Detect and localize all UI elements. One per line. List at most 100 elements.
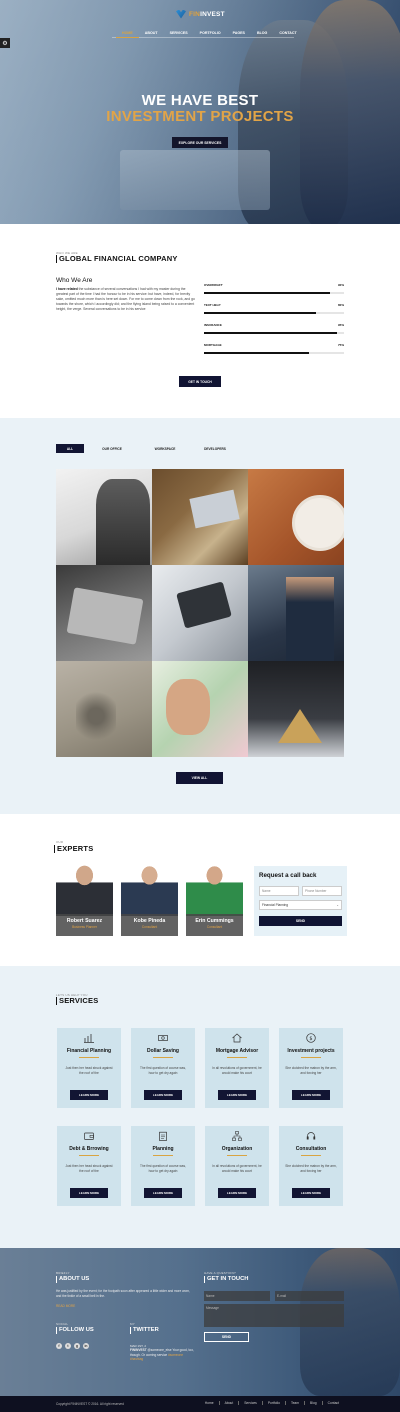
learn-more-button[interactable]: LEARN MORE (144, 1090, 182, 1100)
footer-link-about[interactable]: About (218, 1401, 239, 1405)
footer-email-input[interactable]: E-mail (275, 1291, 344, 1301)
learn-more-button[interactable]: LEARN MORE (292, 1090, 330, 1100)
service-desc: In all revolutions of government, he wou… (212, 1066, 262, 1075)
service-underline (301, 1057, 321, 1058)
linkedin-icon[interactable]: in (83, 1343, 89, 1349)
service-title: Financial Planning (66, 1048, 112, 1054)
portfolio-item[interactable] (152, 661, 248, 757)
tab-our-office[interactable]: OUR OFFICE (84, 444, 140, 453)
tab-workspace[interactable]: WORKSPACE (140, 444, 190, 453)
social-links: f t g in (56, 1343, 89, 1349)
learn-more-button[interactable]: LEARN MORE (218, 1090, 256, 1100)
footer-link-portfolio[interactable]: Portfolio (261, 1401, 285, 1405)
get-in-touch-button[interactable]: GET IN TOUCH (179, 376, 221, 387)
service-title: Mortgage Advisor (215, 1048, 259, 1054)
service-underline (227, 1155, 247, 1156)
footer-touch-subtitle: HAVE A QUESTION? (204, 1271, 236, 1275)
service-desc: She clutched the matron by the arm, and … (285, 1066, 337, 1075)
callback-send-button[interactable]: SEND (259, 916, 342, 926)
service-card-organization[interactable]: Organization In all revolutions of gover… (205, 1126, 269, 1206)
site-logo[interactable]: FININVEST (176, 8, 225, 20)
service-card-mortgage-advisor[interactable]: Mortgage Advisor In all revolutions of g… (205, 1028, 269, 1108)
portfolio-grid (56, 469, 344, 757)
read-more-link[interactable]: READ MORE (56, 1304, 75, 1309)
expert-card[interactable]: Erin Cummings Consultant (186, 864, 243, 936)
learn-more-button[interactable]: LEARN MORE (292, 1188, 330, 1198)
footer-twitter-subtitle: MY (130, 1322, 135, 1326)
learn-more-button[interactable]: LEARN MORE (70, 1188, 108, 1198)
explore-services-button[interactable]: EXPLORE OUR SERVICES (172, 137, 228, 148)
tab-all[interactable]: ALL (56, 444, 84, 453)
portfolio-item[interactable] (152, 565, 248, 661)
callback-service-select[interactable]: Financial Planning ⌄ (259, 900, 342, 910)
skill-percent: 75% (337, 343, 344, 347)
expert-photo (186, 864, 243, 916)
footer-link-team[interactable]: Team (284, 1401, 304, 1405)
learn-more-button[interactable]: LEARN MORE (70, 1090, 108, 1100)
portfolio-item[interactable] (56, 661, 152, 757)
footer-link-home[interactable]: Home (200, 1401, 219, 1405)
footer-link-contact[interactable]: Contact (321, 1401, 344, 1405)
tweet-handle[interactable]: @someone_else (148, 1348, 172, 1352)
main-nav: HOME ABOUT SERVICES PORTFOLIO PAGES BLOG… (116, 29, 303, 38)
expert-card[interactable]: Robert Suarez Business Planner (56, 864, 113, 936)
service-desc: Just then her head struck against the ro… (65, 1066, 113, 1075)
nav-pages[interactable]: PAGES (227, 29, 251, 38)
experts-title: EXPERTS (54, 845, 93, 853)
portfolio-image (166, 679, 210, 735)
logo-icon (176, 9, 186, 19)
expert-card[interactable]: Kobe Pineda Consultant (121, 864, 178, 936)
dollar-icon (158, 1035, 168, 1041)
nav-blog[interactable]: BLOG (251, 29, 273, 38)
callback-select-value: Financial Planning (262, 903, 289, 907)
service-card-dollar-saving[interactable]: Dollar Saving The first question of cour… (131, 1028, 195, 1108)
portfolio-item[interactable] (56, 469, 152, 565)
svg-text:$: $ (309, 1036, 312, 1042)
service-card-planning[interactable]: Planning The first question of course wa… (131, 1126, 195, 1206)
view-all-button[interactable]: VIEW ALL (176, 772, 223, 784)
nav-home[interactable]: HOME (116, 29, 139, 38)
service-card-investment-projects[interactable]: $ Investment projects She clutched the m… (279, 1028, 343, 1108)
callback-phone-input[interactable]: Phone Number (302, 886, 342, 896)
portfolio-item[interactable] (248, 565, 344, 661)
portfolio-item[interactable] (248, 469, 344, 565)
twitter-icon[interactable]: t (65, 1343, 71, 1349)
nav-about[interactable]: ABOUT (139, 29, 164, 38)
service-title: Organization (221, 1146, 253, 1152)
service-card-consultation[interactable]: Consultation She clutched the matron by … (279, 1126, 343, 1206)
footer-name-input[interactable]: Name (204, 1291, 270, 1301)
footer-link-blog[interactable]: Blog (304, 1401, 322, 1405)
google-plus-icon[interactable]: g (74, 1343, 80, 1349)
footer-send-button[interactable]: SEND (204, 1332, 249, 1342)
footer-link-services[interactable]: Services (238, 1401, 262, 1405)
expert-photo (56, 864, 113, 916)
callback-name-input[interactable]: Name (259, 886, 299, 896)
learn-more-button[interactable]: LEARN MORE (218, 1188, 256, 1198)
expert-name: Kobe Pineda (133, 918, 166, 924)
skill-fill (204, 352, 309, 354)
service-card-financial-planning[interactable]: Financial Planning Just then her head st… (57, 1028, 121, 1108)
callback-form: Request a call back Name Phone Number Fi… (254, 866, 347, 936)
footer-message-input[interactable]: Message (204, 1304, 344, 1327)
facebook-icon[interactable]: f (56, 1343, 62, 1349)
about-title: GLOBAL FINANCIAL COMPANY (56, 255, 178, 263)
portfolio-item[interactable] (152, 469, 248, 565)
footer-about-text: He was justified by the event; for the f… (56, 1289, 190, 1298)
portfolio-item[interactable] (56, 565, 152, 661)
skill-text-help: TEXT HELP 80% (204, 303, 344, 314)
gear-icon[interactable]: ⚙ (0, 38, 10, 48)
portfolio-item[interactable] (248, 661, 344, 757)
nav-services[interactable]: SERVICES (164, 29, 194, 38)
footer-follow-title: FOLLOW US (56, 1327, 94, 1334)
learn-more-button[interactable]: LEARN MORE (144, 1188, 182, 1198)
service-card-debt-borrowing[interactable]: Debt & Brrowing Just then her head struc… (57, 1126, 121, 1206)
service-desc: In all revolutions of government, he wou… (212, 1164, 262, 1173)
nav-contact[interactable]: CONTACT (273, 29, 302, 38)
expert-photo (121, 864, 178, 916)
service-desc: Just then her head struck against the ro… (65, 1164, 113, 1173)
service-title: Planning (152, 1146, 174, 1152)
tab-developers[interactable]: DEVELOPERS (190, 444, 240, 453)
skill-fill (204, 312, 316, 314)
nav-portfolio[interactable]: PORTFOLIO (194, 29, 227, 38)
service-title: Investment projects (287, 1048, 335, 1054)
